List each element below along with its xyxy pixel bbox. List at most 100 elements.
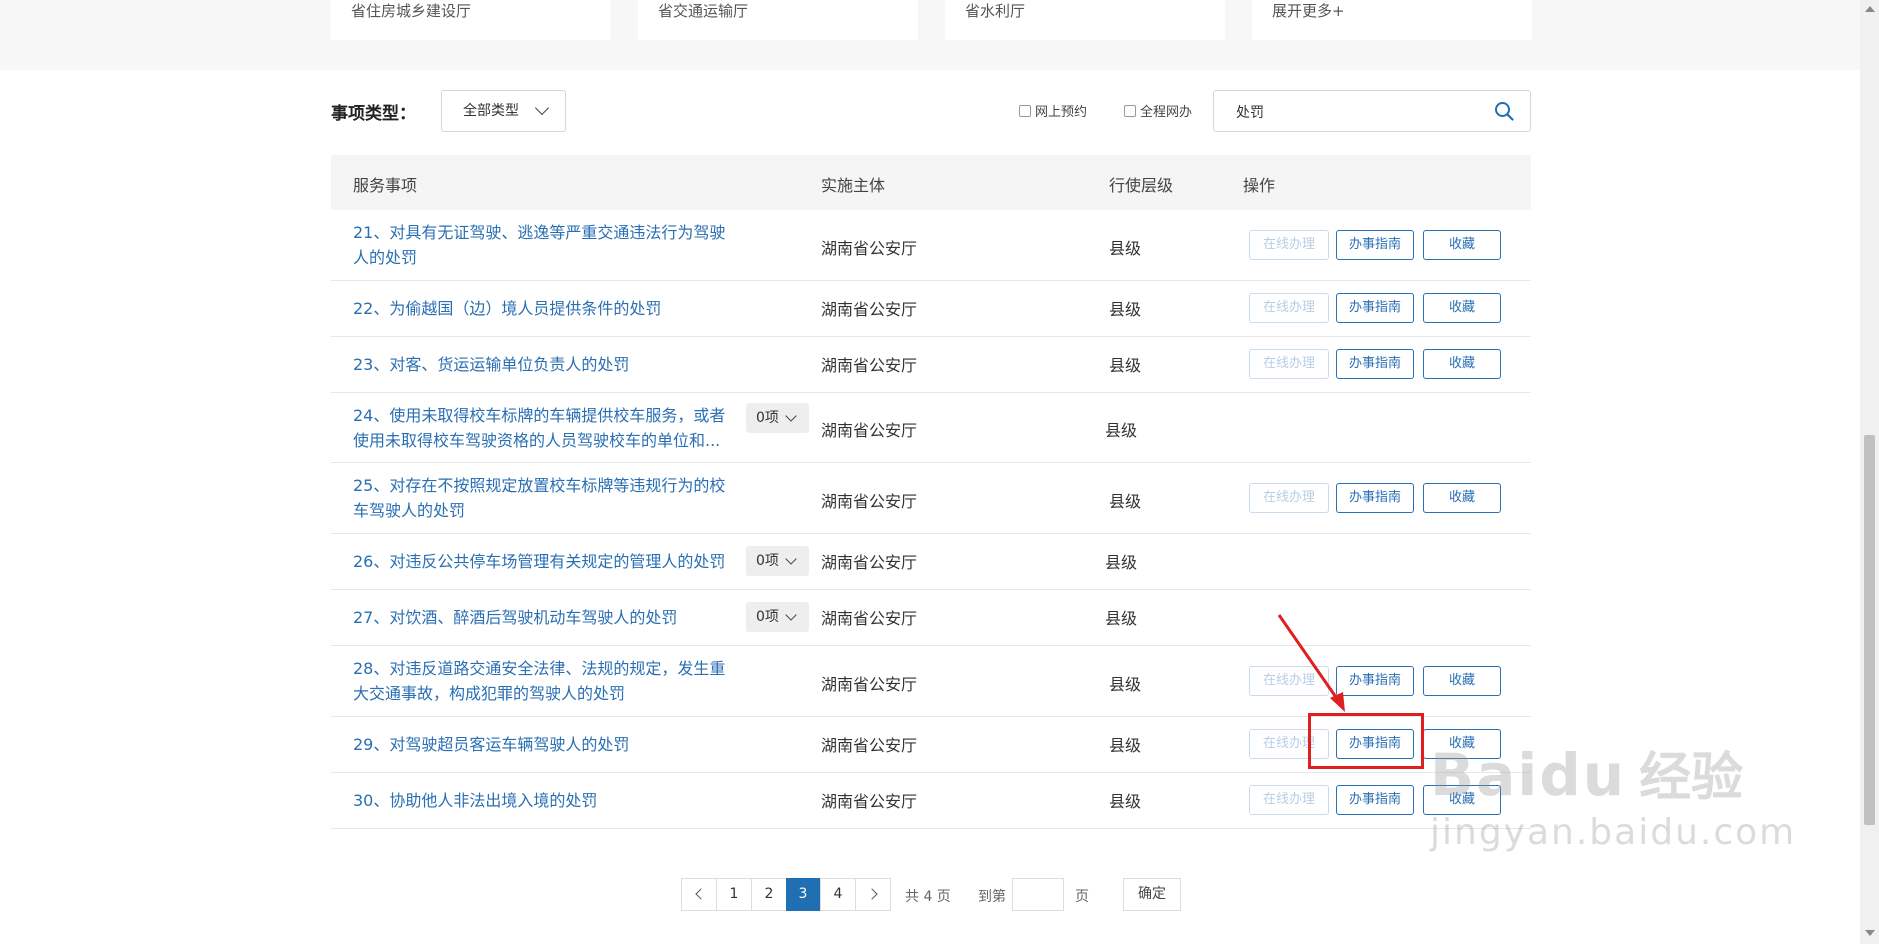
checkbox-icon xyxy=(1124,104,1136,117)
sub-item-count: 0项 xyxy=(756,553,779,569)
sub-item-count: 0项 xyxy=(756,410,779,426)
sub-item-count-dropdown[interactable]: 0项 xyxy=(746,403,809,433)
page-button[interactable]: 2 xyxy=(751,878,787,911)
department-label: 省交通运输厅 xyxy=(658,2,749,20)
header-subject: 实施主体 xyxy=(821,176,886,195)
page-button[interactable]: 1 xyxy=(716,878,752,911)
favorite-button[interactable]: 收藏 xyxy=(1423,293,1501,323)
subject-cell: 湖南省公安厅 xyxy=(821,792,918,811)
baidu-watermark: Baidu 经验 jingyan.baidu.com xyxy=(1430,735,1796,853)
online-booking-checkbox[interactable]: 网上预约 xyxy=(1019,101,1087,120)
item-type-label: 事项类型： xyxy=(331,104,416,124)
expand-more-button[interactable]: 展开更多+ xyxy=(1252,0,1532,40)
subject-cell: 湖南省公安厅 xyxy=(821,300,918,319)
service-item-link[interactable]: 25、对存在不按照规定放置校车标牌等违规行为的校车驾驶人的处罚 xyxy=(353,473,733,523)
online-apply-button[interactable]: 在线办理 xyxy=(1249,293,1329,323)
service-item-link[interactable]: 28、对违反道路交通安全法律、法规的规定，发生重大交通事故，构成犯罪的驾驶人的处… xyxy=(353,656,733,706)
guide-button[interactable]: 办事指南 xyxy=(1336,230,1414,260)
online-booking-label: 网上预约 xyxy=(1035,105,1088,120)
table-row: 25、对存在不按照规定放置校车标牌等违规行为的校车驾驶人的处罚 湖南省公安厅 县… xyxy=(331,463,1531,534)
goto-label: 到第 xyxy=(978,889,1006,905)
guide-button[interactable]: 办事指南 xyxy=(1336,785,1414,815)
prev-page-button[interactable] xyxy=(681,878,717,911)
annotation-arrow-icon xyxy=(1277,614,1345,712)
scroll-down-icon[interactable] xyxy=(1865,930,1875,936)
page-suffix: 页 xyxy=(1075,889,1089,905)
service-item-link[interactable]: 26、对违反公共停车场管理有关规定的管理人的处罚 xyxy=(353,549,733,574)
header-service-item: 服务事项 xyxy=(353,176,418,195)
header-level: 行使层级 xyxy=(1109,176,1174,195)
watermark-brand: Baidu xyxy=(1430,741,1627,809)
service-item-link[interactable]: 23、对客、货运运输单位负责人的处罚 xyxy=(353,352,733,377)
favorite-button[interactable]: 收藏 xyxy=(1423,230,1501,260)
favorite-button[interactable]: 收藏 xyxy=(1423,349,1501,379)
page-button[interactable]: 4 xyxy=(820,878,856,911)
department-card[interactable]: 省交通运输厅 xyxy=(638,0,918,40)
chevron-right-icon xyxy=(865,888,878,900)
page-button-current[interactable]: 3 xyxy=(786,878,820,911)
sub-item-count: 0项 xyxy=(756,609,779,625)
guide-button[interactable]: 办事指南 xyxy=(1336,349,1414,379)
subject-cell: 湖南省公安厅 xyxy=(821,421,918,440)
subject-cell: 湖南省公安厅 xyxy=(821,736,918,755)
table-row: 30、协助他人非法出境入境的处罚 湖南省公安厅 县级 在线办理 办事指南 收藏 xyxy=(331,773,1531,829)
subject-cell: 湖南省公安厅 xyxy=(821,492,918,511)
scroll-thumb[interactable] xyxy=(1864,435,1875,825)
chevron-down-icon xyxy=(785,553,797,565)
watermark-url: jingyan.baidu.com xyxy=(1430,812,1797,853)
online-apply-button[interactable]: 在线办理 xyxy=(1249,785,1329,815)
chevron-down-icon xyxy=(534,100,550,116)
service-item-link[interactable]: 29、对驾驶超员客运车辆驾驶人的处罚 xyxy=(353,732,733,757)
subject-cell: 湖南省公安厅 xyxy=(821,609,918,628)
table-row: 22、为偷越国（边）境人员提供条件的处罚 湖南省公安厅 县级 在线办理 办事指南… xyxy=(331,281,1531,337)
favorite-button[interactable]: 收藏 xyxy=(1423,483,1501,513)
service-item-link[interactable]: 22、为偷越国（边）境人员提供条件的处罚 xyxy=(353,296,733,321)
department-label: 省住房城乡建设厅 xyxy=(351,2,472,20)
level-cell: 县级 xyxy=(1105,553,1138,572)
watermark-cn: 经验 xyxy=(1639,748,1744,808)
item-type-value: 全部类型 xyxy=(463,103,519,119)
search-icon[interactable] xyxy=(1494,101,1514,121)
favorite-button[interactable]: 收藏 xyxy=(1423,666,1501,696)
guide-button[interactable]: 办事指南 xyxy=(1336,483,1414,513)
full-online-label: 全程网办 xyxy=(1140,105,1193,120)
service-item-link[interactable]: 27、对饮酒、醉酒后驾驶机动车驾驶人的处罚 xyxy=(353,605,733,630)
department-label: 省水利厅 xyxy=(965,2,1026,20)
next-page-button[interactable] xyxy=(855,878,891,911)
level-cell: 县级 xyxy=(1109,239,1142,258)
table-row: 23、对客、货运运输单位负责人的处罚 湖南省公安厅 县级 在线办理 办事指南 收… xyxy=(331,337,1531,393)
search-box xyxy=(1213,90,1531,132)
guide-button[interactable]: 办事指南 xyxy=(1336,293,1414,323)
goto-page-input[interactable] xyxy=(1012,878,1064,911)
header-actions: 操作 xyxy=(1243,176,1276,195)
service-item-link[interactable]: 24、使用未取得校车标牌的车辆提供校车服务，或者使用未取得校车驾驶资格的人员驾驶… xyxy=(353,403,733,453)
checkbox-icon xyxy=(1019,104,1031,117)
department-card[interactable]: 省水利厅 xyxy=(945,0,1225,40)
subject-cell: 湖南省公安厅 xyxy=(821,553,918,572)
table-row: 26、对违反公共停车场管理有关规定的管理人的处罚 0项 湖南省公安厅 县级 xyxy=(331,534,1531,590)
level-cell: 县级 xyxy=(1109,736,1142,755)
scroll-up-icon[interactable] xyxy=(1865,6,1875,12)
full-online-checkbox[interactable]: 全程网办 xyxy=(1124,101,1192,120)
subject-cell: 湖南省公安厅 xyxy=(821,356,918,375)
table-row: 24、使用未取得校车标牌的车辆提供校车服务，或者使用未取得校车驾驶资格的人员驾驶… xyxy=(331,393,1531,463)
level-cell: 县级 xyxy=(1105,609,1138,628)
online-apply-button[interactable]: 在线办理 xyxy=(1249,230,1329,260)
table-header: 服务事项 实施主体 行使层级 操作 xyxy=(331,155,1531,210)
department-card[interactable]: 省住房城乡建设厅 xyxy=(331,0,611,40)
level-cell: 县级 xyxy=(1109,356,1142,375)
sub-item-count-dropdown[interactable]: 0项 xyxy=(746,546,809,576)
online-apply-button[interactable]: 在线办理 xyxy=(1249,483,1329,513)
online-apply-button[interactable]: 在线办理 xyxy=(1249,349,1329,379)
page-scrollbar[interactable] xyxy=(1860,0,1879,944)
confirm-button[interactable]: 确定 xyxy=(1123,878,1181,911)
level-cell: 县级 xyxy=(1105,421,1138,440)
level-cell: 县级 xyxy=(1109,300,1142,319)
search-input[interactable] xyxy=(1234,100,1478,124)
service-item-link[interactable]: 21、对具有无证驾驶、逃逸等严重交通违法行为驾驶人的处罚 xyxy=(353,220,733,270)
level-cell: 县级 xyxy=(1109,492,1142,511)
subject-cell: 湖南省公安厅 xyxy=(821,675,918,694)
item-type-select[interactable]: 全部类型 xyxy=(441,90,566,132)
service-item-link[interactable]: 30、协助他人非法出境入境的处罚 xyxy=(353,788,733,813)
sub-item-count-dropdown[interactable]: 0项 xyxy=(746,602,809,632)
